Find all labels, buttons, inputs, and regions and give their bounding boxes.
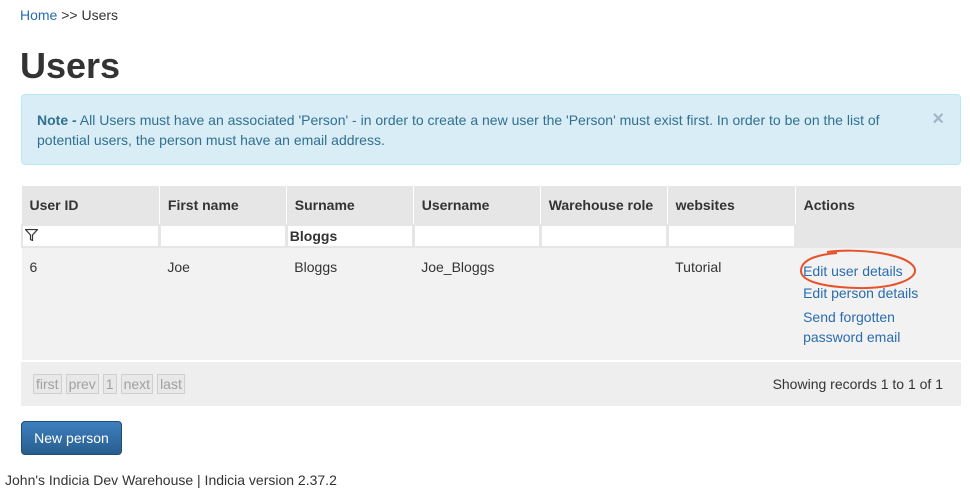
filter-cell-surname	[285, 224, 414, 248]
alert-message: All Users must have an associated 'Perso…	[37, 112, 880, 148]
page-title: Users	[20, 45, 121, 86]
cell-surname: Bloggs	[286, 248, 414, 360]
pager: first prev 1 next last	[33, 374, 185, 394]
column-header-warehouse-role[interactable]: Warehouse role	[539, 186, 668, 224]
filter-cell-actions	[794, 224, 961, 248]
record-count: Showing records 1 to 1 of 1	[772, 376, 943, 392]
breadcrumb: Home >> Users	[20, 7, 118, 23]
pager-page-1[interactable]: 1	[102, 374, 117, 394]
filter-input-first-name[interactable]	[159, 225, 286, 247]
pager-first[interactable]: first	[33, 374, 62, 394]
note-alert: Note - All Users must have an associated…	[21, 94, 961, 165]
cell-warehouse-role	[540, 248, 668, 360]
edit-user-details-link[interactable]: Edit user details	[803, 261, 903, 281]
column-header-surname[interactable]: Surname	[285, 186, 414, 224]
edit-user-wrap: Edit user details	[800, 249, 917, 290]
filter-cell-warehouse-role	[539, 224, 668, 248]
send-forgotten-password-link[interactable]: Send forgotten password email	[803, 307, 953, 347]
filter-cell-user-id	[21, 224, 160, 248]
filter-input-surname[interactable]	[286, 225, 413, 247]
filter-input-websites[interactable]	[667, 225, 795, 247]
table-footer: first prev 1 next last Showing records 1…	[21, 362, 961, 406]
column-header-username[interactable]: Username	[412, 186, 541, 224]
cell-user-id: 6	[21, 248, 160, 360]
breadcrumb-current: Users	[81, 7, 119, 23]
pager-last[interactable]: last	[157, 374, 185, 394]
table-header-row: User ID First name Surname Username Ware…	[21, 186, 961, 224]
breadcrumb-separator: >>	[61, 7, 78, 23]
column-header-websites[interactable]: websites	[666, 186, 796, 224]
table-row: 6 Joe Bloggs Joe_Bloggs Tutorial Edit us…	[21, 248, 961, 360]
filter-icon	[25, 229, 38, 241]
edit-person-details-link[interactable]: Edit person details	[803, 283, 953, 303]
users-table: User ID First name Surname Username Ware…	[21, 186, 961, 360]
column-header-first-name[interactable]: First name	[158, 186, 287, 224]
filter-cell-websites	[666, 224, 796, 248]
pager-next[interactable]: next	[120, 374, 154, 394]
close-icon[interactable]: ×	[932, 109, 944, 129]
cell-actions: Edit user details Edit person details Se…	[795, 248, 961, 360]
alert-label: Note -	[37, 112, 77, 128]
column-header-user-id[interactable]: User ID	[21, 186, 160, 224]
site-footer: John's Indicia Dev Warehouse | Indicia v…	[5, 472, 337, 488]
filter-cell-username	[412, 224, 541, 248]
filter-input-warehouse-role[interactable]	[540, 225, 667, 247]
filter-cell-first-name	[158, 224, 287, 248]
filter-input-user-id[interactable]	[22, 225, 159, 247]
pager-prev[interactable]: prev	[65, 374, 99, 394]
cell-first-name: Joe	[159, 248, 287, 360]
column-header-actions: Actions	[794, 186, 961, 224]
cell-username: Joe_Bloggs	[413, 248, 541, 360]
cell-websites: Tutorial	[667, 248, 796, 360]
filter-row	[21, 224, 961, 248]
filter-input-username[interactable]	[413, 225, 540, 247]
breadcrumb-home-link[interactable]: Home	[20, 7, 57, 23]
new-person-button[interactable]: New person	[21, 421, 122, 455]
